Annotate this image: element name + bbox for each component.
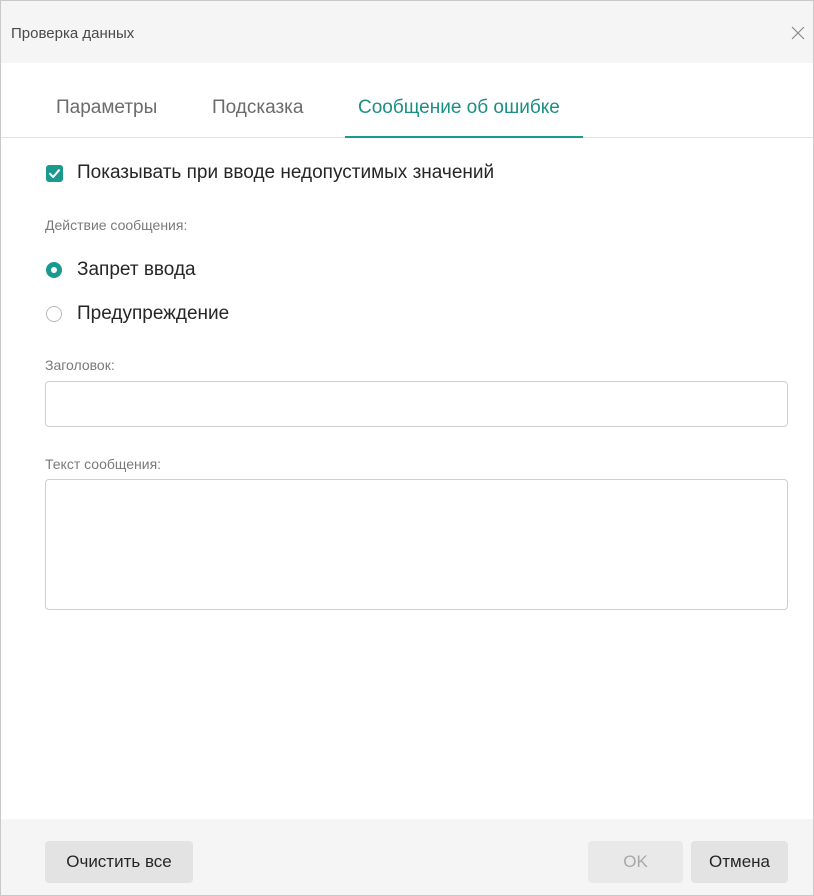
tab-error-message[interactable]: Сообщение об ошибке — [358, 97, 560, 119]
tab-bar: Параметры Подсказка Сообщение об ошибке — [1, 63, 813, 138]
heading-input[interactable] — [45, 381, 788, 427]
tab-hint[interactable]: Подсказка — [212, 97, 303, 119]
message-text-input[interactable] — [45, 479, 788, 610]
data-validation-dialog: Проверка данных Параметры Подсказка Сооб… — [0, 0, 814, 896]
radio-warning[interactable] — [46, 306, 62, 322]
message-action-label: Действие сообщения: — [45, 217, 188, 233]
message-text-label: Текст сообщения: — [45, 456, 162, 472]
show-on-invalid-checkbox[interactable] — [46, 165, 63, 182]
dialog-title: Проверка данных — [11, 25, 135, 42]
active-tab-indicator — [345, 136, 583, 138]
heading-label: Заголовок: — [45, 357, 115, 373]
checkmark-icon — [49, 169, 60, 178]
ok-button[interactable]: OK — [588, 841, 683, 883]
close-icon[interactable] — [789, 24, 807, 42]
show-on-invalid-label[interactable]: Показывать при вводе недопустимых значен… — [77, 162, 494, 184]
clear-all-button[interactable]: Очистить все — [45, 841, 193, 883]
radio-stop-label[interactable]: Запрет ввода — [77, 259, 196, 281]
cancel-button[interactable]: Отмена — [691, 841, 788, 883]
dialog-titlebar: Проверка данных — [1, 1, 813, 63]
tab-parameters[interactable]: Параметры — [56, 97, 157, 119]
radio-stop[interactable] — [46, 262, 62, 278]
radio-warning-label[interactable]: Предупреждение — [77, 303, 229, 325]
